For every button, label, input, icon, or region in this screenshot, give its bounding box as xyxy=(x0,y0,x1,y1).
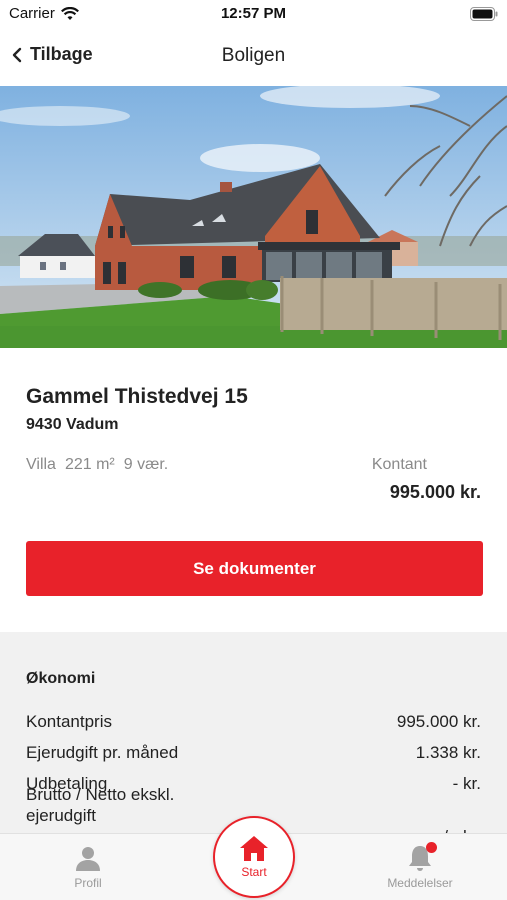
economy-label: Brutto / Netto ekskl. ejerudgift xyxy=(26,785,175,825)
property-postal: 9430 Vadum xyxy=(26,416,119,433)
home-icon xyxy=(240,836,268,861)
page-title: Boligen xyxy=(221,45,286,66)
tab-profile[interactable]: Profil xyxy=(58,834,118,900)
economy-title: Økonomi xyxy=(26,670,96,687)
economy-row: Kontantpris 995.000 kr. xyxy=(26,712,481,732)
status-time: 12:57 PM xyxy=(220,5,287,22)
economy-label: Kontantpris xyxy=(26,712,112,731)
property-address: Gammel Thistedvej 15 xyxy=(26,385,248,408)
see-documents-button[interactable]: Se dokumenter xyxy=(26,541,483,596)
economy-value: 1.338 kr. xyxy=(415,743,481,762)
tab-profile-label: Profil xyxy=(74,876,102,890)
property-specs: Villa 221 m² 9 vær. xyxy=(26,456,168,474)
battery-icon xyxy=(470,7,498,21)
tab-start[interactable]: Start xyxy=(213,816,295,898)
tab-start-label: Start xyxy=(241,865,267,879)
tab-messages[interactable]: Meddelelser xyxy=(376,834,464,900)
economy-label: Ejerudgift pr. måned xyxy=(26,743,179,762)
status-bar: Carrier 12:57 PM xyxy=(0,0,507,30)
nav-bar: Tilbage Boligen xyxy=(0,30,507,86)
property-rooms: 9 vær. xyxy=(123,456,169,473)
tab-messages-label: Meddelelser xyxy=(387,876,453,890)
notification-dot xyxy=(426,842,437,853)
price-label: Kontant xyxy=(371,456,427,473)
economy-row: Ejerudgift pr. måned 1.338 kr. xyxy=(26,743,481,763)
price-value: 995.000 kr. xyxy=(389,482,481,502)
person-icon xyxy=(76,847,100,871)
economy-value: 995.000 kr. xyxy=(396,712,481,731)
property-photo xyxy=(0,86,507,348)
property-area: 221 m² xyxy=(64,456,115,473)
bell-icon-wrap xyxy=(405,842,437,872)
economy-value: - kr. xyxy=(452,774,481,793)
property-type: Villa xyxy=(26,456,56,473)
